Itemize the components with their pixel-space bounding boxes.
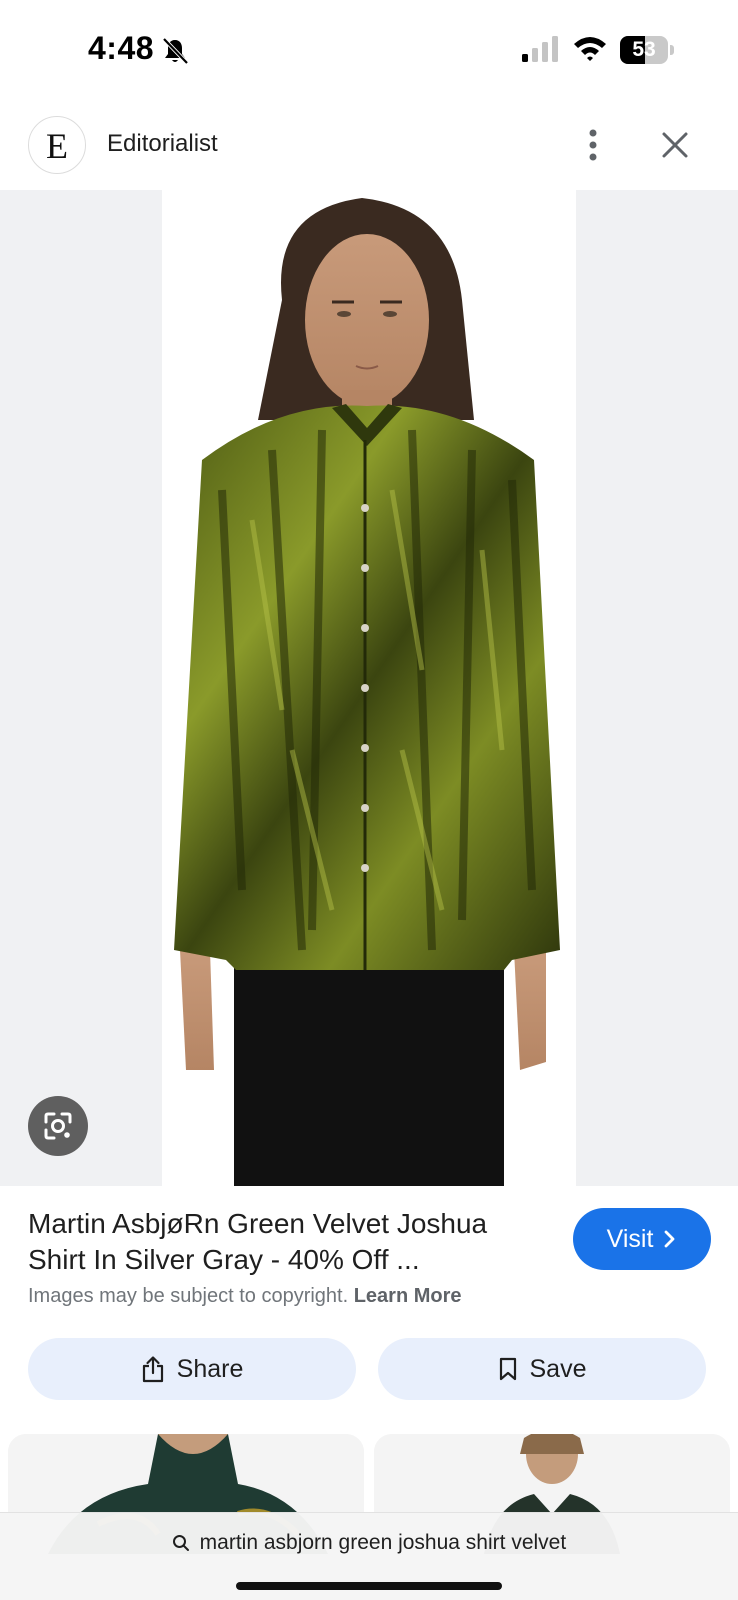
lens-icon <box>44 1112 72 1140</box>
result-header: E Editorialist <box>0 110 738 190</box>
status-time: 4:48 <box>88 30 155 66</box>
bookmark-icon <box>499 1357 516 1381</box>
more-vert-icon[interactable] <box>570 122 616 168</box>
chevron-right-icon <box>664 1230 675 1248</box>
image-viewer <box>0 190 738 1186</box>
source-name[interactable]: Editorialist <box>107 130 218 158</box>
search-bar[interactable]: martin asbjorn green joshua shirt velvet <box>0 1512 738 1600</box>
share-button[interactable]: Share <box>28 1338 356 1400</box>
visit-label: Visit <box>606 1224 654 1253</box>
save-button[interactable]: Save <box>378 1338 706 1400</box>
source-logo[interactable]: E <box>28 116 86 174</box>
google-lens-button[interactable] <box>28 1096 88 1156</box>
battery-indicator: 53 <box>620 36 674 64</box>
search-query-row[interactable]: martin asbjorn green joshua shirt velvet <box>0 1531 738 1555</box>
share-icon <box>142 1356 163 1383</box>
status-bar: 4:48 53 <box>0 0 738 100</box>
search-icon <box>172 1535 189 1551</box>
battery-percent: 53 <box>632 38 656 61</box>
save-label: Save <box>529 1354 587 1383</box>
home-indicator <box>236 1582 502 1590</box>
copyright-notice: Images may be subject to copyright. Lear… <box>28 1285 462 1308</box>
visit-button[interactable]: Visit <box>573 1208 711 1270</box>
bell-slash-icon <box>162 37 189 65</box>
copyright-text: Images may be subject to copyright. <box>28 1285 349 1307</box>
share-label: Share <box>176 1354 244 1383</box>
learn-more-link[interactable]: Learn More <box>354 1285 462 1307</box>
search-query: martin asbjorn green joshua shirt velvet <box>199 1531 567 1554</box>
product-image[interactable] <box>162 190 576 1186</box>
model-illustration <box>174 198 560 1186</box>
signal-icon <box>522 36 558 62</box>
wifi-icon <box>574 37 606 61</box>
close-icon[interactable] <box>652 122 698 168</box>
result-title[interactable]: Martin AsbjøRn Green Velvet Joshua Shirt… <box>28 1206 548 1278</box>
